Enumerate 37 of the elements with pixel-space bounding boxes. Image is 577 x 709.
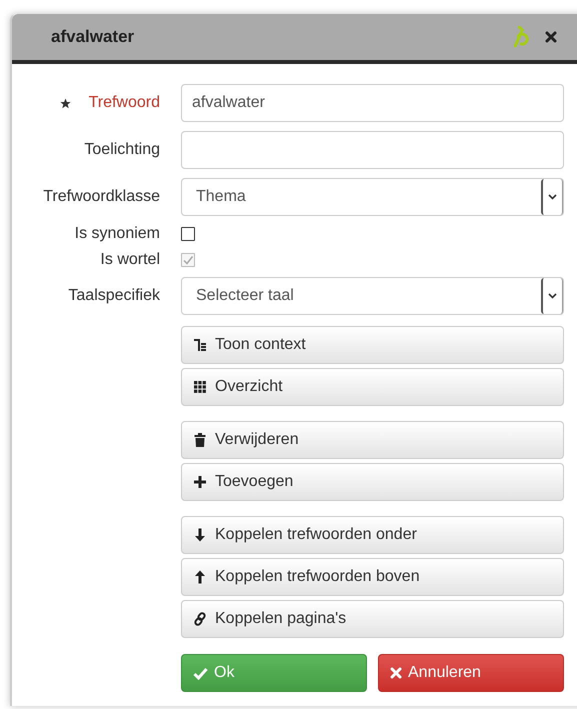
select-value: Thema [196, 188, 246, 206]
select-value: Selecteer taal [196, 287, 294, 305]
dialog-button[interactable]: Annuleren [378, 654, 564, 692]
trash-icon [193, 433, 207, 447]
dropdown-button[interactable] [541, 179, 563, 215]
check-icon [193, 666, 208, 680]
action-button[interactable]: Toon context [181, 326, 564, 364]
text-field[interactable]: afvalwater [181, 84, 564, 122]
arrow-up-icon [193, 570, 207, 584]
field-label: Is wortel [100, 250, 160, 268]
action-button[interactable]: Koppelen trefwoorden onder [181, 516, 564, 554]
chevron-down-icon [548, 293, 557, 299]
select-field[interactable]: Selecteer taal [181, 277, 564, 315]
indent-icon [193, 338, 207, 352]
dropdown-button[interactable] [541, 278, 563, 314]
action-button[interactable]: Toevoegen [181, 463, 564, 501]
plus-icon [193, 475, 207, 489]
action-button[interactable]: Verwijderen [181, 421, 564, 459]
cross-icon [390, 667, 402, 679]
action-button[interactable]: Koppelen pagina's [181, 600, 564, 638]
field-label: Is synoniem [74, 224, 160, 242]
field-label: Trefwoord [88, 94, 160, 112]
grid-icon [193, 380, 207, 394]
action-button[interactable]: Koppelen trefwoorden boven [181, 558, 564, 596]
action-button[interactable]: Overzicht [181, 368, 564, 406]
select-field[interactable]: Thema [181, 178, 564, 216]
text-field[interactable] [181, 131, 564, 169]
required-star-icon [60, 98, 71, 108]
field-label: Taalspecifiek [68, 287, 160, 305]
field-label: Toelichting [84, 141, 160, 159]
arrow-down-icon [193, 528, 207, 542]
chevron-down-icon [548, 194, 557, 200]
link-icon [193, 612, 207, 626]
close-icon[interactable] [545, 31, 557, 43]
checkbox[interactable] [181, 226, 195, 240]
field-label: Trefwoordklasse [43, 188, 160, 206]
dialog-title: afvalwater [51, 27, 134, 47]
